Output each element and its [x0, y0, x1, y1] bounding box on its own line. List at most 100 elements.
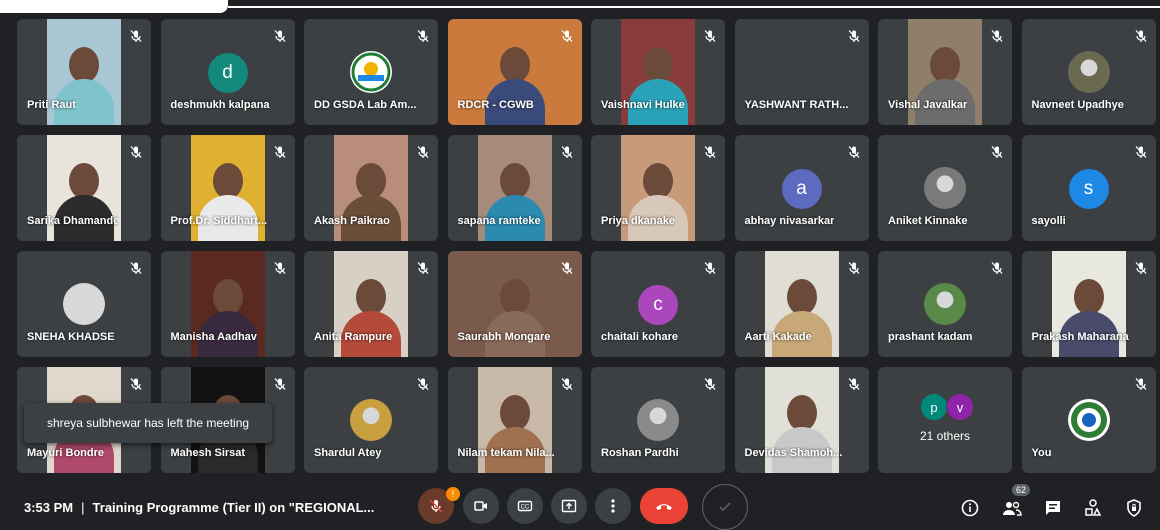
participant-tile[interactable]: prashant kadam — [878, 251, 1012, 357]
participant-tile[interactable]: You — [1021, 367, 1156, 473]
participant-name: Akash Paikrao — [314, 215, 390, 227]
top-edge — [0, 0, 1160, 13]
participant-name: DD GSDA Lab Am... — [314, 99, 417, 111]
more-vert-icon — [611, 499, 615, 513]
participant-name: Sarika Dhamande — [27, 215, 120, 227]
participant-tile[interactable]: a abhay nivasarkar — [734, 135, 869, 241]
top-divider — [228, 6, 1160, 8]
mic-muted-icon — [416, 29, 430, 43]
others-avatar: p — [920, 393, 948, 421]
participant-tile[interactable]: Priti Raut — [17, 19, 151, 125]
participant-tile[interactable]: RDCR - CGWB — [447, 19, 582, 125]
present-screen-icon — [561, 499, 577, 513]
mic-muted-icon — [703, 377, 717, 391]
participant-avatar: s — [1068, 169, 1109, 209]
participant-tile[interactable]: p v 21 others — [878, 367, 1012, 473]
shield-lock-icon — [1127, 499, 1141, 517]
captions-button[interactable]: CC — [507, 488, 543, 524]
mic-muted-icon — [990, 145, 1004, 159]
people-button[interactable] — [1002, 498, 1022, 518]
participant-name: sayolli — [1031, 215, 1066, 227]
leave-call-button[interactable] — [640, 488, 688, 524]
participant-tile[interactable]: d deshmukh kalpana — [160, 19, 295, 125]
mic-muted-icon — [847, 29, 861, 43]
participant-tile[interactable]: Aniket Kinnake — [878, 135, 1012, 241]
participant-avatar: d — [207, 53, 248, 93]
participant-avatar — [637, 399, 679, 441]
meeting-title[interactable]: Training Programme (Tier II) on "REGIONA… — [93, 500, 375, 515]
participant-name: Prakash Maharana — [1031, 331, 1129, 343]
captions-icon: CC — [517, 500, 533, 512]
participant-name: Vaishnavi Hulke — [601, 99, 685, 111]
participant-tile[interactable]: Anita Rampure — [304, 251, 438, 357]
participant-tile[interactable]: Vishal Javalkar — [878, 19, 1012, 125]
others-count-label: 21 others — [919, 429, 971, 443]
participant-tile[interactable]: c chaitali kohare — [591, 251, 725, 357]
participant-tile[interactable]: Manisha Aadhav — [160, 251, 295, 357]
participant-tile[interactable]: Aarti Kakade — [734, 251, 869, 357]
more-options-button[interactable] — [595, 488, 631, 524]
present-button[interactable] — [551, 488, 587, 524]
participant-tile[interactable]: Prakash Maharana — [1021, 251, 1156, 357]
participant-tile[interactable]: Saurabh Mongare — [447, 251, 582, 357]
participant-tile[interactable]: Akash Paikrao — [304, 135, 438, 241]
participant-name: prashant kadam — [888, 331, 973, 343]
meeting-info: 3:53 PM | Training Programme (Tier II) on … — [24, 500, 374, 515]
participant-tile[interactable]: DD GSDA Lab Am... — [304, 19, 438, 125]
participant-tile[interactable]: Roshan Pardhi — [591, 367, 725, 473]
participant-tile[interactable]: Navneet Upadhye — [1021, 19, 1156, 125]
mic-muted-icon — [703, 145, 717, 159]
mic-muted-icon — [129, 29, 143, 43]
mic-muted-icon — [703, 261, 717, 275]
mic-muted-icon — [560, 377, 574, 391]
mic-muted-icon — [416, 145, 430, 159]
participant-tile[interactable]: s sayolli — [1021, 135, 1156, 241]
participant-tile[interactable]: sapana ramteke — [447, 135, 582, 241]
mic-muted-icon — [560, 29, 574, 43]
mic-muted-icon — [273, 377, 287, 391]
participant-tile[interactable]: YASHWANT RATH... — [734, 19, 869, 125]
participant-avatar — [350, 399, 392, 441]
activities-button[interactable] — [1083, 498, 1103, 518]
participant-avatar: a — [781, 169, 822, 209]
participant-name: Mayuri Bondre — [27, 447, 105, 459]
participant-tile[interactable]: Prof.Dr. Siddhart... — [160, 135, 295, 241]
mic-muted-icon — [129, 377, 143, 391]
mic-muted-icon — [273, 29, 287, 43]
participant-name: Priti Raut — [27, 99, 76, 111]
participant-tile[interactable]: SNEHA KHADSE — [17, 251, 151, 357]
meeting-details-button[interactable] — [960, 498, 980, 518]
participant-name: deshmukh kalpana — [170, 99, 270, 111]
chat-icon — [1046, 501, 1060, 515]
participant-name: Shardul Atey — [314, 447, 382, 459]
window-tab-edge — [0, 0, 228, 13]
participant-name: Manisha Aadhav — [170, 331, 257, 343]
others-avatar: v — [946, 393, 974, 421]
participant-name: Vishal Javalkar — [888, 99, 968, 111]
participant-tile[interactable]: Nilam tekam Nila... — [447, 367, 582, 473]
participant-tile[interactable]: Shardul Atey — [304, 367, 438, 473]
participant-tile[interactable]: Devidas Shamoh... — [734, 367, 869, 473]
participant-tile[interactable]: Vaishnavi Hulke — [591, 19, 725, 125]
chat-button[interactable] — [1043, 498, 1063, 518]
mic-muted-icon — [416, 261, 430, 275]
mic-warning-badge: ! — [446, 487, 460, 501]
host-controls-button[interactable] — [1124, 498, 1144, 518]
participant-name: You — [1031, 447, 1052, 459]
mic-muted-icon — [1134, 145, 1148, 159]
participant-avatar — [1067, 51, 1110, 93]
participant-tile[interactable]: Sarika Dhamande — [17, 135, 151, 241]
current-time: 3:53 PM — [24, 500, 74, 515]
participant-tile[interactable]: Priya dkanake — [591, 135, 725, 241]
participant-avatar — [924, 283, 966, 325]
pip-toggle-button[interactable] — [702, 484, 748, 530]
left-meeting-toast: shreya sulbhewar has left the meeting — [24, 403, 272, 443]
participant-name: Priya dkanake — [601, 215, 675, 227]
participant-avatar: c — [638, 285, 678, 325]
camera-button[interactable] — [463, 488, 499, 524]
mic-muted-icon — [1134, 261, 1148, 275]
mic-muted-icon — [129, 145, 143, 159]
mic-muted-icon — [847, 377, 861, 391]
participant-name: RDCR - CGWB — [457, 99, 534, 111]
hang-up-icon — [656, 504, 672, 510]
